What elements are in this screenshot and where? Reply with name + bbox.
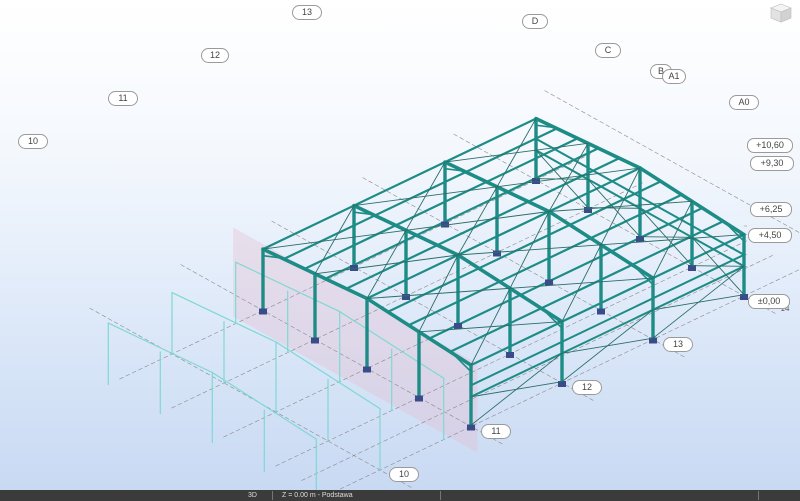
grid-label-A0[interactable]: A0 xyxy=(729,95,759,110)
gable-bracing xyxy=(535,178,589,180)
view-cube-icon[interactable] xyxy=(770,3,792,23)
gable-bracing xyxy=(639,236,693,238)
side-rail xyxy=(470,253,745,387)
grid-label-12-bottom[interactable]: 12 xyxy=(572,380,602,395)
gable-bracing xyxy=(587,207,641,209)
column-base-plate xyxy=(545,279,553,286)
status-bar: 3D Z = 0.00 m - Podstawa xyxy=(0,490,800,501)
column-base-plate xyxy=(363,366,371,373)
grid-label-11-bottom[interactable]: 11 xyxy=(481,424,511,439)
status-separator xyxy=(440,491,441,500)
level-label-10-60[interactable]: +10,60 xyxy=(747,138,793,153)
purlin xyxy=(282,127,558,261)
column-base-plate xyxy=(506,352,514,358)
grid-label-13-top[interactable]: 13 xyxy=(292,5,322,20)
side-rail xyxy=(470,265,745,398)
grid-label-13-bottom[interactable]: 13 xyxy=(663,337,693,352)
status-separator xyxy=(272,491,273,500)
grid-label-10-top[interactable]: 10 xyxy=(18,134,48,149)
grid-label-12-top[interactable]: 12 xyxy=(201,48,229,63)
column-base-plate xyxy=(311,337,319,344)
column-base-plate xyxy=(493,250,501,257)
grid-label-D[interactable]: D xyxy=(522,14,548,29)
model-3d-viewport[interactable]: 13 12 11 10 D C B A1 A0 13 12 11 10 14 +… xyxy=(0,0,800,501)
column-base-plate xyxy=(415,395,423,402)
column-base-plate xyxy=(402,294,410,300)
gable-bracing xyxy=(691,265,745,267)
level-label-6-25[interactable]: +6,25 xyxy=(750,202,792,217)
column-base-plate xyxy=(597,308,605,315)
view-mode-indicator[interactable]: 3D xyxy=(248,490,257,501)
grid-label-10-bottom[interactable]: 10 xyxy=(389,467,419,482)
level-label-4-50[interactable]: +4,50 xyxy=(748,228,792,243)
grid-label-C[interactable]: C xyxy=(595,43,621,58)
purlin xyxy=(261,117,538,251)
column-base-plate xyxy=(259,308,267,315)
column-base-plate xyxy=(454,323,462,329)
level-label-9-30[interactable]: +9,30 xyxy=(750,156,794,171)
level-label-0-00[interactable]: ±0,00 xyxy=(748,294,790,309)
status-separator xyxy=(758,491,759,500)
current-level-indicator[interactable]: Z = 0.00 m - Podstawa xyxy=(282,490,353,501)
grid-label-A1[interactable]: A1 xyxy=(662,69,686,84)
grid-label-11-top[interactable]: 11 xyxy=(108,91,138,106)
